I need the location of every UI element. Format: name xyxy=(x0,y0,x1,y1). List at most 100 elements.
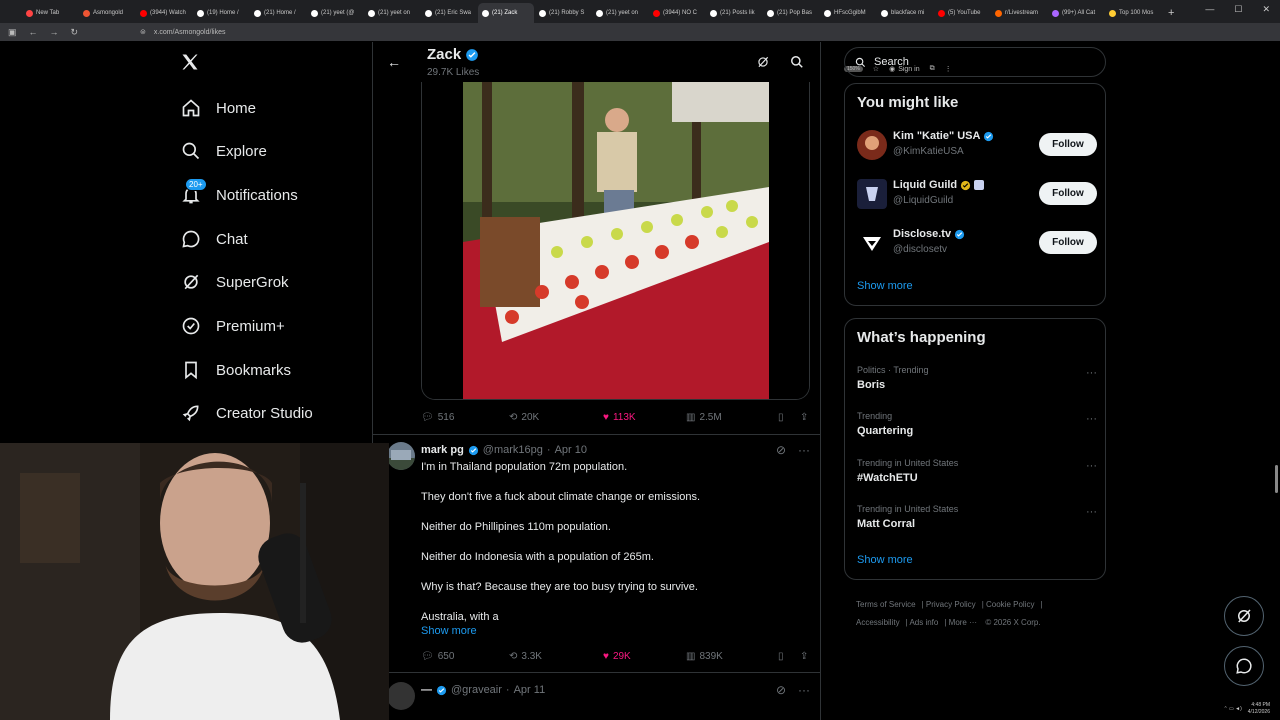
trend-item[interactable]: Trending Quartering ··· xyxy=(857,411,1097,437)
close-icon[interactable]: ✕ xyxy=(1262,4,1270,15)
author-handle[interactable]: @graveair xyxy=(451,684,502,696)
footer-link[interactable]: Ads info xyxy=(909,618,938,627)
bookmark-icon[interactable]: ▯ xyxy=(778,412,800,423)
browser-tab[interactable]: (21) Home / xyxy=(250,3,306,23)
nav-item-premium[interactable]: Premium+ xyxy=(180,312,285,340)
nav-item-creator-studio[interactable]: Creator Studio xyxy=(180,399,313,427)
back-arrow-icon[interactable]: ← xyxy=(387,54,401,70)
suggestion-item[interactable]: Kim "Katie" USA @KimKatieUSA Follow xyxy=(857,130,1097,164)
back-icon[interactable]: ← xyxy=(29,27,38,38)
follow-button[interactable]: Follow xyxy=(1039,231,1097,254)
browser-tab[interactable]: (21) yeet on xyxy=(592,3,648,23)
share-icon[interactable]: ⇪ xyxy=(800,412,808,423)
nav-item-explore[interactable]: Explore xyxy=(180,137,267,165)
show-more-link[interactable]: Show more xyxy=(421,625,477,637)
clock[interactable]: 4:48 PM 4/12/2026 xyxy=(1248,702,1270,716)
tweet-date[interactable]: Apr 11 xyxy=(514,684,546,696)
minimize-icon[interactable]: — xyxy=(1205,4,1214,15)
bookmark-icon[interactable]: ▯ xyxy=(778,651,800,662)
search-icon[interactable] xyxy=(790,55,804,74)
author-handle[interactable]: @mark16pg xyxy=(483,444,543,456)
reply-button[interactable]: 💬︎ 516 xyxy=(421,412,509,423)
browser-tab[interactable]: (21) Pop Bas xyxy=(763,3,819,23)
avatar[interactable] xyxy=(857,130,887,160)
browser-tab[interactable]: Top 100 Mos xyxy=(1105,3,1161,23)
browser-tab[interactable]: (19) Home / xyxy=(193,3,249,23)
avatar[interactable] xyxy=(857,179,887,209)
browser-tab[interactable]: HFscGgibM xyxy=(820,3,876,23)
suggestion-item[interactable]: Liquid Guild @LiquidGuild Follow xyxy=(857,179,1097,213)
grok-fab[interactable] xyxy=(1224,596,1264,636)
post-image[interactable] xyxy=(421,82,810,400)
repost-button[interactable]: ⟲ 3.3K xyxy=(509,651,603,662)
footer-link[interactable]: Privacy Policy xyxy=(926,600,976,609)
browser-tab[interactable]: blackface mi xyxy=(877,3,933,23)
more-icon[interactable]: ··· xyxy=(1086,367,1097,379)
url-field[interactable]: x.com/Asmongold/likes xyxy=(154,29,226,36)
browser-tab[interactable]: (3944) Watch xyxy=(136,3,192,23)
messages-fab[interactable] xyxy=(1224,646,1264,686)
like-button[interactable]: ♥ 29K xyxy=(603,651,686,662)
nav-item-chat[interactable]: Chat xyxy=(180,225,248,253)
browser-tab[interactable]: Asmongold xyxy=(79,3,135,23)
browser-tab[interactable]: r/Livestream xyxy=(991,3,1047,23)
trend-item[interactable]: Trending in United States Matt Corral ··… xyxy=(857,504,1097,530)
tweet-date[interactable]: Apr 10 xyxy=(555,444,587,456)
reload-icon[interactable]: ↻ xyxy=(71,27,79,38)
follow-button[interactable]: Follow xyxy=(1039,182,1097,205)
nav-item-bookmarks[interactable]: Bookmarks xyxy=(180,356,291,384)
reply-button[interactable]: 💬︎ 650 xyxy=(421,651,509,662)
footer-link[interactable]: More ··· xyxy=(949,618,977,627)
show-more-link[interactable]: Show more xyxy=(857,554,913,566)
views-button[interactable]: ▥ 839K xyxy=(686,651,778,662)
trend-item[interactable]: Politics · Trending Boris ··· xyxy=(857,365,1097,391)
browser-tab[interactable]: (21) yeet (@ xyxy=(307,3,363,23)
more-icon[interactable]: ··· xyxy=(1086,460,1097,472)
footer-link[interactable]: Accessibility xyxy=(856,618,900,627)
more-icon[interactable]: ··· xyxy=(798,443,810,457)
views-button[interactable]: ▥ 2.5M xyxy=(686,412,778,423)
browser-tab[interactable]: (21) Eric Swa xyxy=(421,3,477,23)
footer-link[interactable]: Cookie Policy xyxy=(986,600,1034,609)
show-more-link[interactable]: Show more xyxy=(857,280,913,292)
like-button[interactable]: ♥ 113K xyxy=(603,412,686,423)
sidebar-toggle-icon[interactable]: ▣ xyxy=(8,27,17,38)
new-tab-icon[interactable]: + xyxy=(1168,3,1174,23)
maximize-icon[interactable]: ☐ xyxy=(1234,4,1242,15)
browser-tab[interactable]: (3944) NO C xyxy=(649,3,705,23)
browser-tab[interactable]: (21) Posts lik xyxy=(706,3,762,23)
browser-tab[interactable]: (21) Robby S xyxy=(535,3,591,23)
avatar[interactable] xyxy=(387,442,415,470)
more-icon[interactable]: ··· xyxy=(1086,413,1097,425)
nav-label-home: Home xyxy=(216,99,257,117)
more-icon[interactable]: ··· xyxy=(1086,506,1097,518)
browser-tab[interactable]: (21) yeet on xyxy=(364,3,420,23)
share-icon[interactable]: ⇪ xyxy=(800,651,808,662)
browser-tab[interactable]: (21) Zack xyxy=(478,3,534,23)
repost-button[interactable]: ⟲ 20K xyxy=(509,412,603,423)
nav-item-notifications[interactable]: 20+ Notifications xyxy=(180,178,298,209)
suggestion-item[interactable]: Disclose.tv @disclosetv Follow xyxy=(857,228,1097,262)
site-info-icon[interactable]: ⊜ xyxy=(140,28,146,36)
nav-item-supergrok[interactable]: SuperGrok xyxy=(180,268,289,296)
grok-icon[interactable] xyxy=(756,55,770,74)
trend-item[interactable]: Trending in United States #WatchETU ··· xyxy=(857,458,1097,484)
avatar[interactable] xyxy=(387,682,415,710)
grok-icon[interactable]: ⊘ xyxy=(776,443,786,457)
forward-icon[interactable]: → xyxy=(50,27,59,38)
scrollbar-thumb[interactable] xyxy=(1275,465,1278,493)
author-name[interactable]: — xyxy=(421,684,432,696)
browser-tab[interactable]: New Tab xyxy=(22,3,78,23)
browser-tab[interactable]: (5) YouTube xyxy=(934,3,990,23)
footer-link[interactable]: Terms of Service xyxy=(856,600,916,609)
x-logo-icon[interactable] xyxy=(180,52,200,78)
tray-icons[interactable]: ⌃ ▭ ◄) xyxy=(1223,706,1241,712)
nav-item-home[interactable]: Home xyxy=(180,94,256,122)
author-name[interactable]: mark pg xyxy=(421,444,464,456)
avatar[interactable] xyxy=(857,228,887,258)
more-icon[interactable]: ··· xyxy=(798,683,810,697)
grok-icon[interactable]: ⊘ xyxy=(776,683,786,697)
search-input[interactable]: Search xyxy=(844,47,1106,77)
browser-tab[interactable]: (99+) All Cat xyxy=(1048,3,1104,23)
follow-button[interactable]: Follow xyxy=(1039,133,1097,156)
